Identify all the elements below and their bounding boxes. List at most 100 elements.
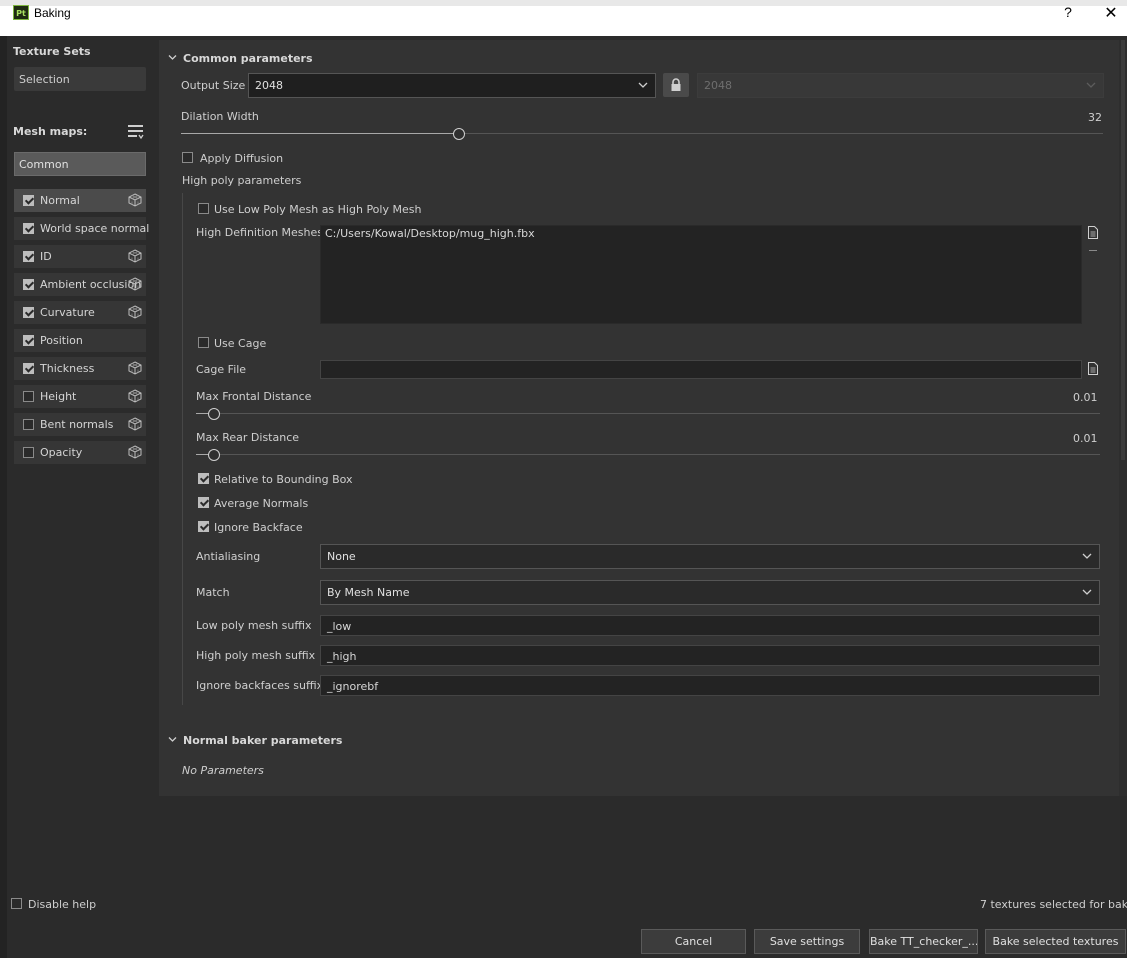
mesh-map-item[interactable]: Bent normals [14, 413, 146, 436]
max-frontal-slider-handle[interactable] [208, 408, 220, 420]
mesh-map-checkbox[interactable] [23, 447, 34, 458]
mesh-map-label: Thickness [40, 362, 95, 375]
low-suffix-input[interactable]: _low [320, 615, 1100, 636]
mesh-map-checkbox[interactable] [23, 335, 34, 346]
mesh-map-item[interactable]: Opacity [14, 441, 146, 464]
normal-baker-title[interactable]: Normal baker parameters [183, 734, 342, 747]
remove-mesh-icon[interactable] [1089, 250, 1097, 251]
mesh-map-checkbox[interactable] [23, 279, 34, 290]
mesh-map-checkbox[interactable] [23, 391, 34, 402]
output-size-label: Output Size [181, 79, 246, 92]
mesh-map-checkbox[interactable] [23, 419, 34, 430]
chevron-down-icon [1086, 82, 1096, 88]
file-open-icon[interactable] [1088, 362, 1098, 375]
mesh-map-item[interactable]: Ambient occlusion [14, 273, 146, 296]
mesh-map-checkbox[interactable] [23, 223, 34, 234]
disable-help-label: Disable help [28, 898, 97, 911]
mesh-map-item[interactable]: World space normal [14, 217, 149, 240]
ignore-backface-checkbox[interactable] [198, 521, 209, 532]
mesh-map-item[interactable]: ID [14, 245, 146, 268]
high-suffix-input[interactable]: _high [320, 645, 1100, 666]
scrollbar-thumb[interactable] [1121, 40, 1125, 460]
help-button[interactable]: ? [1058, 4, 1078, 24]
cage-file-field[interactable] [320, 360, 1082, 379]
use-cage-checkbox[interactable] [198, 337, 209, 348]
ignore-backface-label: Ignore Backface [214, 521, 303, 534]
hd-meshes-label: High Definition Meshes [196, 226, 323, 239]
cube-icon[interactable] [128, 249, 142, 263]
cube-icon[interactable] [128, 193, 142, 207]
antialiasing-dropdown[interactable]: None [320, 544, 1100, 569]
ignore-suffix-label: Ignore backfaces suffix [196, 679, 324, 692]
mesh-map-common[interactable]: Common [14, 152, 146, 176]
mesh-map-checkbox[interactable] [23, 195, 34, 206]
mesh-map-checkbox[interactable] [23, 363, 34, 374]
disable-help-checkbox[interactable] [11, 898, 22, 909]
max-frontal-label: Max Frontal Distance [196, 390, 312, 403]
match-value: By Mesh Name [327, 586, 410, 599]
painter-app-icon: Pt [13, 5, 29, 20]
mesh-map-label: Curvature [40, 306, 95, 319]
list-menu-icon[interactable] [128, 124, 144, 140]
dilation-width-value: 32 [1088, 111, 1102, 124]
lock-button[interactable] [663, 73, 689, 97]
max-rear-value: 0.01 [1073, 432, 1098, 445]
mesh-map-label: Ambient occlusion [40, 278, 142, 291]
apply-diffusion-checkbox[interactable] [182, 152, 193, 163]
mesh-maps-title: Mesh maps: [13, 125, 88, 138]
dilation-slider-handle[interactable] [453, 128, 465, 140]
bake-selected-button[interactable]: Bake selected textures [985, 929, 1126, 954]
relative-bbox-checkbox[interactable] [198, 473, 209, 484]
antialiasing-value: None [327, 550, 356, 563]
mesh-map-item[interactable]: Position [14, 329, 146, 352]
match-dropdown[interactable]: By Mesh Name [320, 580, 1100, 605]
cube-icon[interactable] [128, 361, 142, 375]
max-rear-slider-handle[interactable] [208, 449, 220, 461]
common-parameters-title[interactable]: Common parameters [183, 52, 313, 65]
mesh-map-checkbox[interactable] [23, 251, 34, 262]
max-rear-slider-track[interactable] [196, 454, 1100, 455]
average-normals-label: Average Normals [214, 497, 309, 510]
cancel-button[interactable]: Cancel [641, 929, 746, 954]
texture-sets-title: Texture Sets [13, 45, 91, 58]
save-settings-button[interactable]: Save settings [754, 929, 860, 954]
group-indent-line [182, 193, 183, 705]
cube-icon[interactable] [128, 445, 142, 459]
use-low-poly-label: Use Low Poly Mesh as High Poly Mesh [214, 203, 422, 216]
low-suffix-label: Low poly mesh suffix [196, 619, 312, 632]
mesh-map-item[interactable]: Thickness [14, 357, 146, 380]
use-cage-label: Use Cage [214, 337, 267, 350]
mesh-map-label: ID [40, 250, 52, 263]
chevron-down-icon[interactable] [168, 735, 177, 744]
texture-set-selection[interactable]: Selection [14, 67, 146, 91]
no-parameters-text: No Parameters [182, 764, 264, 777]
output-size-value: 2048 [255, 79, 283, 92]
cube-icon[interactable] [128, 417, 142, 431]
use-low-poly-checkbox[interactable] [198, 203, 209, 214]
high-suffix-label: High poly mesh suffix [196, 649, 316, 662]
cube-icon[interactable] [128, 277, 142, 291]
max-frontal-slider-track[interactable] [196, 413, 1100, 414]
mesh-map-label: Position [40, 334, 83, 347]
mesh-map-item[interactable]: Curvature [14, 301, 146, 324]
file-open-icon[interactable] [1088, 226, 1098, 239]
mesh-map-item[interactable]: Normal [14, 189, 146, 212]
output-size-dropdown[interactable]: 2048 [248, 73, 656, 98]
cube-icon[interactable] [128, 305, 142, 319]
hd-mesh-item[interactable]: C:/Users/Kowal/Desktop/mug_high.fbx [325, 227, 535, 240]
bake-texture-set-button[interactable]: Bake TT_checker_... [869, 929, 978, 954]
mesh-map-checkbox[interactable] [23, 307, 34, 318]
bake-status-text: 7 textures selected for baking [980, 898, 1127, 911]
cage-file-label: Cage File [196, 363, 247, 376]
relative-bbox-label: Relative to Bounding Box [214, 473, 353, 486]
mesh-map-item[interactable]: Height [14, 385, 146, 408]
cube-icon[interactable] [128, 389, 142, 403]
max-frontal-value: 0.01 [1073, 391, 1098, 404]
chevron-down-icon [638, 82, 648, 88]
hd-meshes-list[interactable]: C:/Users/Kowal/Desktop/mug_high.fbx [320, 225, 1082, 324]
chevron-down-icon[interactable] [168, 53, 177, 62]
antialiasing-label: Antialiasing [196, 550, 261, 563]
average-normals-checkbox[interactable] [198, 497, 209, 508]
close-button[interactable]: ✕ [1100, 3, 1122, 25]
ignore-suffix-input[interactable]: _ignorebf [320, 675, 1100, 696]
